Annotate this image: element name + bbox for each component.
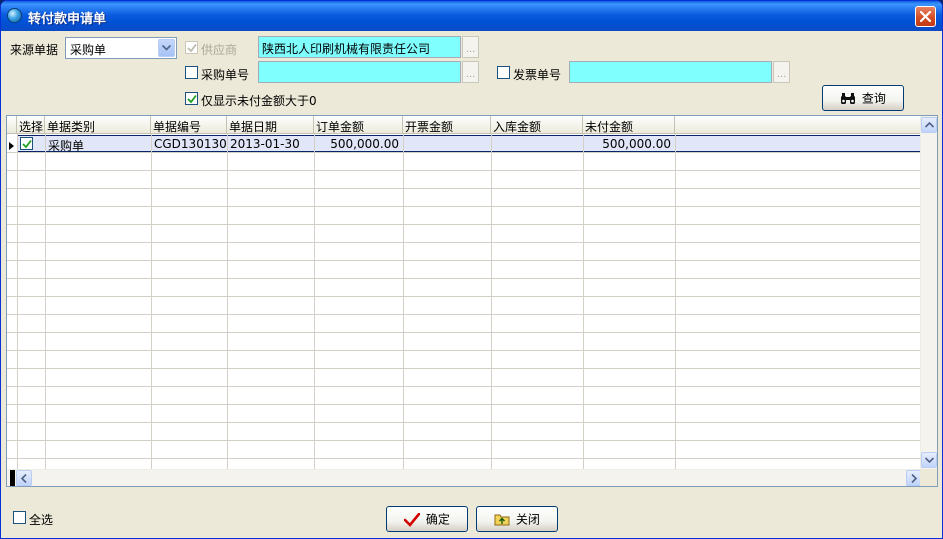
close-window-button[interactable]: [915, 6, 936, 27]
grid-row-line: [7, 386, 922, 387]
grid-row-line: [7, 242, 922, 243]
purchase-no-label: 采购单号: [201, 68, 250, 82]
column-header[interactable]: 未付金额: [583, 116, 675, 134]
source-select-value: 采购单: [70, 43, 107, 57]
scrollbar-corner: [920, 469, 937, 486]
scroll-left-button[interactable]: [16, 470, 32, 486]
row-select-checkbox[interactable]: [20, 137, 33, 150]
grid-column-line: [403, 134, 404, 469]
grid-row-line: [7, 368, 922, 369]
grid-row-line: [7, 278, 922, 279]
query-button[interactable]: 查询: [822, 85, 904, 111]
close-button-label: 关闭: [515, 512, 540, 527]
source-label: 来源单据: [10, 43, 59, 57]
invoice-no-browse-button[interactable]: ...: [773, 61, 790, 83]
scroll-up-button[interactable]: [921, 117, 937, 133]
table-row[interactable]: [17, 135, 922, 152]
ok-button[interactable]: 确定: [386, 506, 468, 532]
scroll-down-button[interactable]: [921, 452, 937, 468]
purchase-no-browse-button[interactable]: ...: [462, 61, 479, 83]
grid-row-line: [7, 170, 922, 171]
chevron-up-icon: [925, 122, 934, 128]
chevron-left-icon: [21, 474, 27, 483]
grid-body: 采购单 CGD1301300 2013-01-30 500,000.00 500…: [7, 134, 922, 469]
ok-button-label: 确定: [425, 512, 450, 527]
grid-column-line: [45, 134, 46, 469]
checkmark-icon: [187, 43, 197, 53]
grid-row-line: [7, 224, 922, 225]
cell-date[interactable]: 2013-01-30: [230, 137, 312, 151]
grid-column-line: [227, 134, 228, 469]
column-header[interactable]: 单据编号: [151, 116, 227, 134]
supplier-label: 供应商: [201, 43, 238, 57]
checkmark-icon: [187, 94, 197, 104]
only-unpaid-label: 仅显示未付金额大于0: [201, 94, 317, 108]
select-all-label: 全选: [29, 513, 54, 527]
source-select[interactable]: 采购单: [65, 37, 177, 59]
select-all-checkbox[interactable]: [13, 511, 26, 524]
window-title: 转付款申请单: [28, 12, 107, 27]
column-header[interactable]: 单据类别: [45, 116, 151, 134]
cell-order-amount[interactable]: 500,000.00: [315, 137, 399, 151]
close-icon: [920, 11, 931, 22]
grid-row-line: [7, 404, 922, 405]
grid-column-line: [151, 134, 152, 469]
grid-column-line: [491, 134, 492, 469]
grid-row-line: [7, 260, 922, 261]
checkmark-icon: [22, 139, 32, 149]
grid-row-line: [7, 350, 922, 351]
invoice-no-field[interactable]: [569, 61, 772, 83]
column-header[interactable]: 订单金额: [314, 116, 403, 134]
chevron-right-icon: [911, 474, 917, 483]
chevron-down-icon: [925, 457, 934, 463]
grid-row-line: [7, 206, 922, 207]
title-bar[interactable]: 转付款申请单: [1, 1, 942, 31]
folder-up-icon: [494, 514, 510, 526]
horizontal-scrollbar[interactable]: [7, 469, 922, 486]
supplier-field[interactable]: 陕西北人印刷机械有限责任公司: [258, 36, 461, 58]
column-header[interactable]: 开票金额: [403, 116, 491, 134]
app-icon: [7, 8, 22, 23]
column-header[interactable]: 单据日期: [227, 116, 314, 134]
grid-header: 选择 单据类别 单据编号 单据日期 订单金额 开票金额 入库金额 未付金额: [7, 116, 922, 134]
grid-row-line: [7, 440, 922, 441]
column-header[interactable]: 选择: [17, 116, 45, 134]
horizontal-scroll-thumb[interactable]: [10, 470, 15, 486]
source-dropdown-button[interactable]: [158, 39, 175, 57]
invoice-no-checkbox[interactable]: [497, 66, 510, 79]
query-button-label: 查询: [861, 91, 886, 106]
dialog-window: 转付款申请单 来源单据 采购单 供应商 陕西北人印刷机械有限责任公司 ... 采…: [0, 0, 943, 539]
chevron-down-icon: [162, 45, 171, 51]
supplier-browse-button[interactable]: ...: [462, 36, 479, 58]
grid-row-line: [7, 458, 922, 459]
cell-number[interactable]: CGD1301300: [154, 137, 226, 151]
cell-unpaid-amount[interactable]: 500,000.00: [585, 137, 671, 151]
grid-row-line: [7, 314, 922, 315]
grid-row-line: [7, 152, 922, 153]
close-button[interactable]: 关闭: [476, 506, 558, 532]
supplier-checkbox[interactable]: [185, 41, 198, 54]
row-indicator-header: [7, 116, 17, 134]
purchase-no-checkbox[interactable]: [185, 66, 198, 79]
checkmark-icon: [404, 512, 421, 527]
invoice-no-label: 发票单号: [513, 68, 562, 82]
grid-column-line: [583, 134, 584, 469]
grid-column-line: [17, 134, 18, 469]
purchase-no-field[interactable]: [258, 61, 461, 83]
grid-row-line: [7, 332, 922, 333]
grid-column-line: [675, 134, 676, 469]
only-unpaid-checkbox[interactable]: [185, 92, 198, 105]
column-header[interactable]: 入库金额: [491, 116, 583, 134]
grid-row-line: [7, 422, 922, 423]
vertical-scrollbar[interactable]: [920, 116, 937, 469]
grid-column-line: [314, 134, 315, 469]
documents-grid[interactable]: 选择 单据类别 单据编号 单据日期 订单金额 开票金额 入库金额 未付金额 采购…: [6, 115, 938, 487]
current-row-arrow-icon: [9, 142, 14, 150]
grid-row-line: [7, 296, 922, 297]
grid-row-line: [7, 188, 922, 189]
binoculars-icon: [841, 93, 856, 104]
